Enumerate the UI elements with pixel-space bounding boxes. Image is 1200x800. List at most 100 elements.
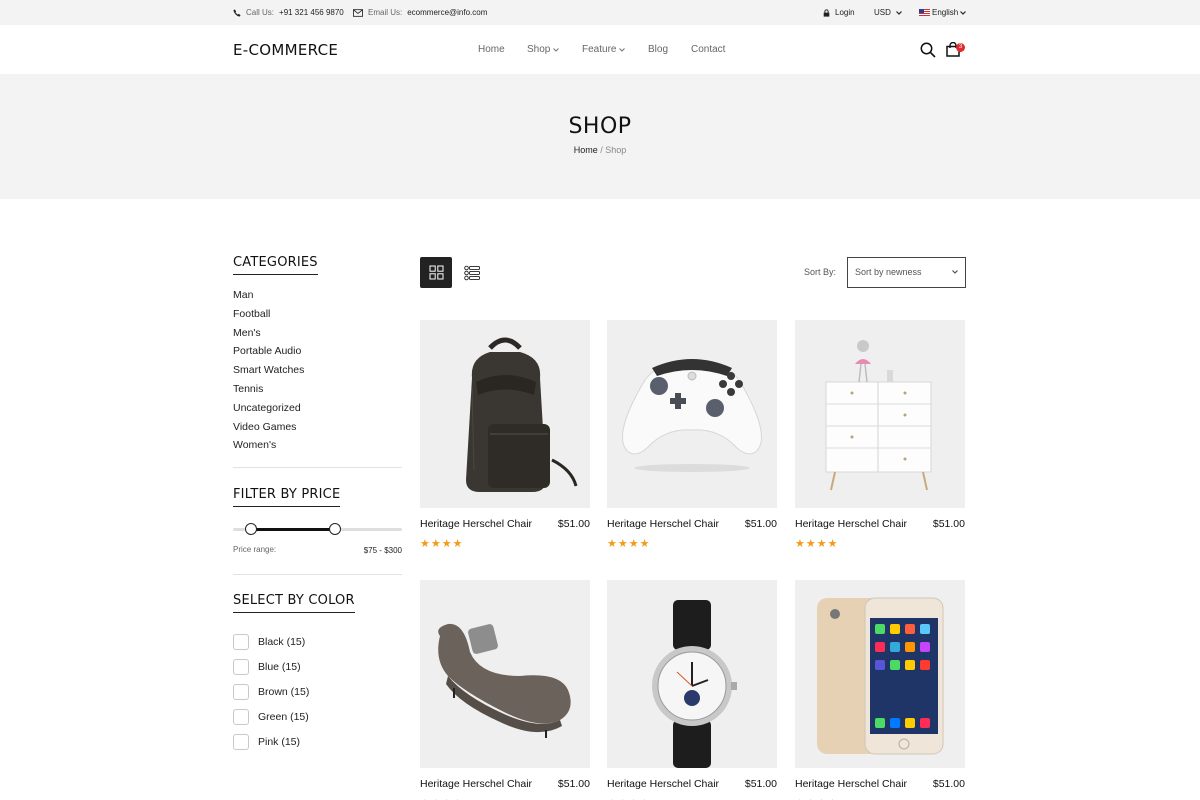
sort-select-value: Sort by newness bbox=[855, 267, 922, 277]
price-slider-max-handle[interactable] bbox=[329, 523, 341, 535]
nav-home-label: Home bbox=[478, 44, 505, 55]
lock-icon bbox=[823, 8, 830, 17]
breadcrumb-current: Shop bbox=[605, 145, 627, 155]
color-checkbox[interactable] bbox=[233, 708, 249, 725]
top-bar: Call Us: +91 321 456 9870 Email Us: ecom… bbox=[0, 0, 1200, 25]
call-label: Call Us: bbox=[246, 8, 275, 17]
color-option[interactable]: Brown (15) bbox=[233, 679, 309, 704]
product-name[interactable]: Heritage Herschel Chair bbox=[607, 518, 719, 530]
product-name[interactable]: Heritage Herschel Chair bbox=[420, 518, 532, 530]
color-checkbox[interactable] bbox=[233, 733, 249, 750]
chaise-sofa-icon bbox=[438, 623, 571, 738]
category-item[interactable]: Man bbox=[233, 289, 304, 308]
nav-blog-label: Blog bbox=[648, 44, 669, 55]
product-price: $51.00 bbox=[932, 518, 965, 530]
product-card[interactable]: Heritage Herschel Chair $51.00 ★★★★ bbox=[795, 580, 965, 800]
currency-value: USD bbox=[874, 8, 891, 17]
phone-number[interactable]: +91 321 456 9870 bbox=[279, 8, 344, 17]
product-rating: ★★★★ bbox=[607, 538, 651, 550]
product-name[interactable]: Heritage Herschel Chair bbox=[795, 518, 907, 530]
email-label: Email Us: bbox=[368, 8, 403, 17]
grid-view-button[interactable] bbox=[420, 257, 452, 288]
game-controller-icon bbox=[622, 359, 762, 472]
product-name[interactable]: Heritage Herschel Chair bbox=[607, 778, 719, 790]
login-link[interactable]: Login bbox=[823, 8, 855, 17]
email-info: Email Us: ecommerce@info.com bbox=[353, 8, 487, 17]
cart-count-badge: 3 bbox=[956, 43, 965, 52]
price-slider-min-handle[interactable] bbox=[245, 523, 257, 535]
product-rating: ★★★★ bbox=[795, 538, 839, 550]
breadcrumb-home[interactable]: Home bbox=[574, 145, 598, 155]
product-card[interactable]: Heritage Herschel Chair $51.00 ★★★★ bbox=[795, 320, 965, 550]
product-image[interactable] bbox=[420, 320, 590, 508]
product-price: $51.00 bbox=[744, 778, 777, 790]
product-price: $51.00 bbox=[557, 518, 590, 530]
product-rating: ★★★★ bbox=[420, 538, 464, 550]
color-option-label: Brown (15) bbox=[258, 685, 310, 698]
product-image[interactable] bbox=[795, 320, 965, 508]
category-item[interactable]: Tennis bbox=[233, 383, 304, 402]
product-card[interactable]: Heritage Herschel Chair $51.00 ★★★★ bbox=[420, 320, 590, 550]
category-item[interactable]: Women's bbox=[233, 439, 304, 458]
site-logo[interactable]: E-COMMERCE bbox=[233, 41, 338, 59]
nav-shop[interactable]: Shop bbox=[527, 44, 560, 55]
product-name[interactable]: Heritage Herschel Chair bbox=[795, 778, 907, 790]
color-checkbox[interactable] bbox=[233, 633, 249, 650]
list-icon bbox=[464, 265, 480, 280]
category-item[interactable]: Portable Audio bbox=[233, 345, 304, 364]
color-option[interactable]: Green (15) bbox=[233, 704, 309, 729]
product-image[interactable] bbox=[607, 320, 777, 508]
color-option-label: Black (15) bbox=[258, 635, 306, 648]
envelope-icon bbox=[353, 8, 363, 17]
category-item[interactable]: Men's bbox=[233, 327, 304, 346]
color-option-label: Green (15) bbox=[258, 710, 309, 723]
category-item[interactable]: Smart Watches bbox=[233, 364, 304, 383]
category-item[interactable]: Football bbox=[233, 308, 304, 327]
nav-blog[interactable]: Blog bbox=[648, 44, 668, 55]
sort-label: Sort By: bbox=[804, 267, 837, 277]
color-filter-list: Black (15) Blue (15) Brown (15) Green (1… bbox=[233, 629, 309, 754]
color-option[interactable]: Pink (15) bbox=[233, 729, 309, 754]
product-price: $51.00 bbox=[932, 778, 965, 790]
product-card[interactable]: Heritage Herschel Chair $51.00 ★★★★ bbox=[607, 580, 777, 800]
dresser-icon bbox=[825, 340, 932, 491]
category-item[interactable]: Video Games bbox=[233, 421, 304, 440]
phone-icon bbox=[233, 8, 241, 17]
product-image[interactable] bbox=[607, 580, 777, 768]
product-card[interactable]: Heritage Herschel Chair $51.00 ★★★★ bbox=[607, 320, 777, 550]
color-checkbox[interactable] bbox=[233, 658, 249, 675]
language-value: English bbox=[932, 8, 959, 17]
price-range-label: Price range: bbox=[233, 545, 277, 554]
product-image[interactable] bbox=[795, 580, 965, 768]
color-option[interactable]: Black (15) bbox=[233, 629, 309, 654]
product-image[interactable] bbox=[420, 580, 590, 768]
smartphone-icon bbox=[817, 597, 944, 755]
filter-price-title: FILTER BY PRICE bbox=[233, 487, 341, 507]
product-card[interactable]: Heritage Herschel Chair $51.00 ★★★★ bbox=[420, 580, 590, 800]
chevron-down-icon bbox=[619, 47, 626, 52]
category-list: Man Football Men's Portable Audio Smart … bbox=[233, 289, 304, 458]
nav-home[interactable]: Home bbox=[478, 44, 505, 55]
page-hero: SHOP Home / Shop bbox=[0, 74, 1200, 199]
nav-contact[interactable]: Contact bbox=[691, 44, 725, 55]
currency-select[interactable]: USD bbox=[874, 8, 902, 17]
color-option-label: Pink (15) bbox=[258, 735, 301, 748]
product-price: $51.00 bbox=[744, 518, 777, 530]
sort-select[interactable]: Sort by newness bbox=[847, 257, 966, 288]
color-checkbox[interactable] bbox=[233, 683, 249, 700]
language-select[interactable]: English bbox=[919, 8, 967, 17]
product-name[interactable]: Heritage Herschel Chair bbox=[420, 778, 532, 790]
price-slider[interactable] bbox=[233, 523, 402, 535]
grid-icon bbox=[429, 265, 443, 280]
category-item[interactable]: Uncategorized bbox=[233, 402, 304, 421]
call-info: Call Us: +91 321 456 9870 bbox=[233, 8, 344, 17]
us-flag-icon bbox=[919, 9, 930, 16]
page-title: SHOP bbox=[568, 114, 632, 139]
color-option-label: Blue (15) bbox=[258, 660, 301, 673]
nav-feature[interactable]: Feature bbox=[582, 44, 626, 55]
list-view-button[interactable] bbox=[460, 257, 484, 288]
email-address[interactable]: ecommerce@info.com bbox=[407, 8, 487, 17]
search-icon[interactable] bbox=[920, 42, 936, 58]
login-label: Login bbox=[835, 8, 855, 17]
color-option[interactable]: Blue (15) bbox=[233, 654, 309, 679]
